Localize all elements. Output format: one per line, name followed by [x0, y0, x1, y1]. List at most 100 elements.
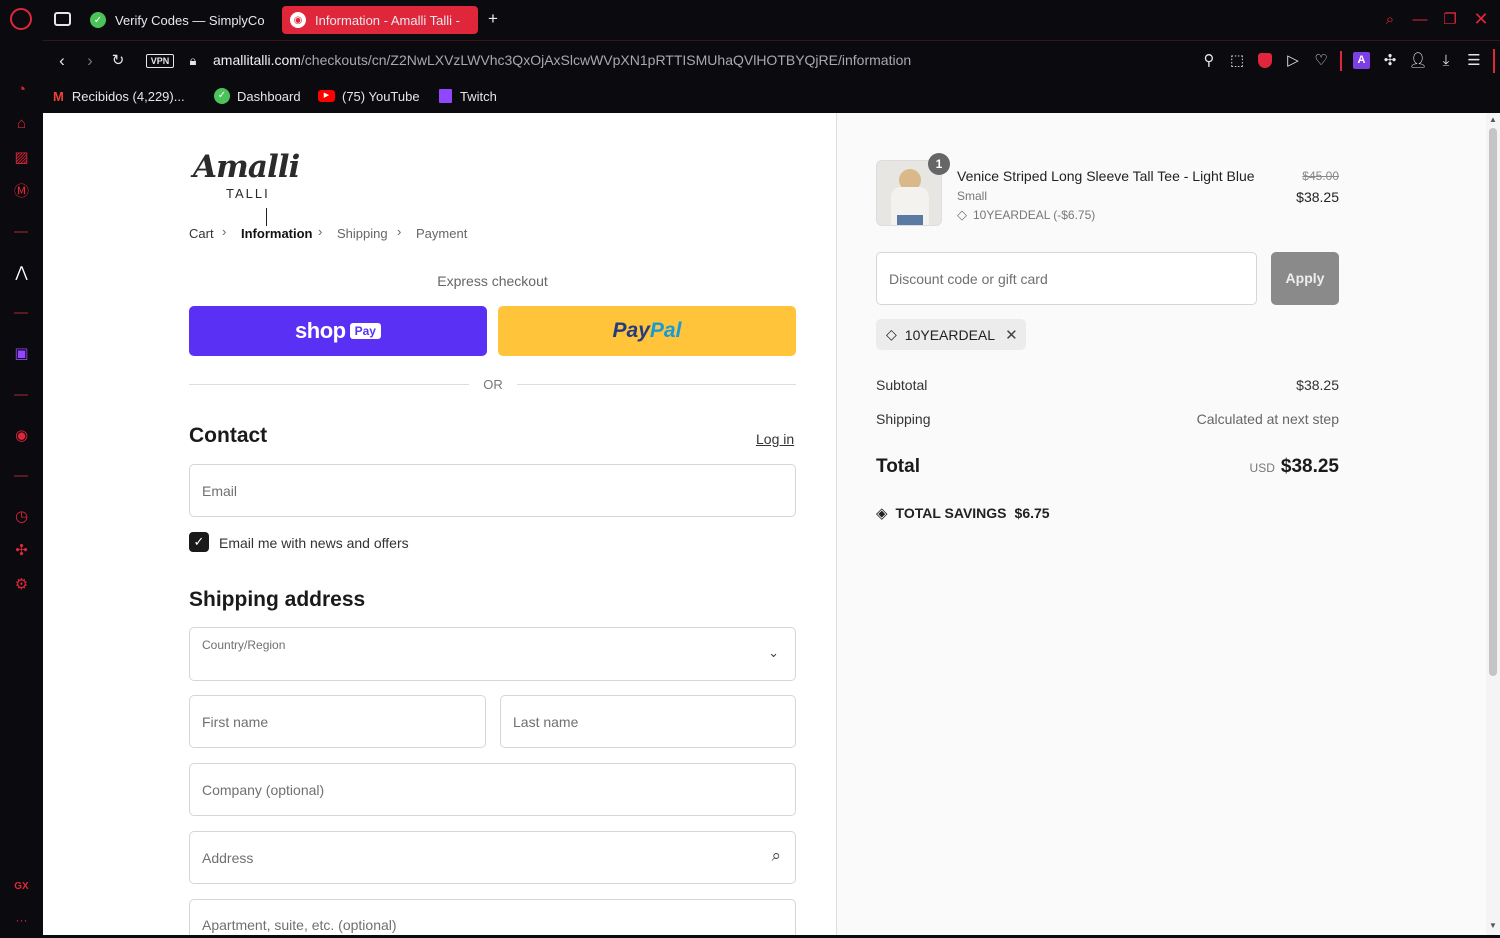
history-icon[interactable]: ◷	[11, 506, 32, 527]
tab-information-amalli[interactable]: ◉ Information - Amalli Talli -	[282, 6, 478, 34]
gx-label[interactable]: GX	[11, 876, 32, 897]
newsletter-label[interactable]: Email me with news and offers	[219, 535, 409, 551]
paypal-button[interactable]: Pay Pal	[498, 306, 796, 356]
company-field[interactable]: Company (optional)	[189, 763, 796, 816]
address-bar: ‹ › ↻ VPN 🔒︎ amallitalli.com/checkouts/c…	[43, 40, 1500, 80]
profile-icon[interactable]: 👤︎	[1408, 52, 1428, 70]
opera-logo-icon[interactable]	[10, 8, 32, 30]
logo-sub: TALLI	[226, 186, 270, 201]
shipping-value: Calculated at next step	[1196, 411, 1339, 427]
order-summary-column: 1 Venice Striped Long Sleeve Tall Tee - …	[836, 113, 1486, 935]
globe-favicon-icon: ◉	[290, 12, 306, 28]
apply-button[interactable]: Apply	[1271, 252, 1339, 305]
product-name: Venice Striped Long Sleeve Tall Tee - Li…	[957, 168, 1255, 184]
last-name-field[interactable]: Last name	[500, 695, 796, 748]
express-checkout-label: Express checkout	[437, 273, 548, 289]
divider	[14, 231, 28, 233]
divider	[14, 312, 28, 314]
browser-sidebar: ◔ ⌂ ▨ Ⓜ ⋀ ▣ ◉ ◷ ✣ ⚙ GX ···	[0, 40, 43, 938]
store-logo[interactable]: Amalli TALLI	[193, 149, 300, 205]
discount-code-placeholder: Discount code or gift card	[889, 270, 1048, 287]
tab-island-icon[interactable]	[54, 12, 71, 26]
new-tab-button[interactable]: +	[484, 9, 502, 29]
extensions-icon[interactable]: ✣	[11, 540, 32, 561]
shop-pay-button[interactable]: shop Pay	[189, 306, 487, 356]
bookmark-label: Recibidos (4,229)...	[71, 88, 185, 104]
first-name-field[interactable]: First name	[189, 695, 486, 748]
url-path: /checkouts/cn/Z2NwLXVzLWVhc3QxOjAxSlcwWV…	[300, 52, 912, 68]
bookmark-gmail[interactable]: M Recibidos (4,229)...	[53, 87, 185, 105]
breadcrumb-cart[interactable]: Cart	[189, 226, 214, 241]
adblock-shield-icon[interactable]	[1258, 53, 1272, 68]
remove-code-icon[interactable]: ✕	[1005, 326, 1018, 344]
search-tabs-icon[interactable]: ⌕	[1380, 11, 1400, 29]
snapshot-icon[interactable]: ⬚	[1227, 52, 1247, 70]
scroll-up-icon[interactable]: ▲	[1489, 115, 1497, 124]
url-field[interactable]: amallitalli.com/checkouts/cn/Z2NwLXVzLWV…	[213, 52, 1213, 70]
total-value: $38.25	[1280, 456, 1339, 477]
pin-icon[interactable]: ⚲	[1199, 52, 1219, 70]
send-icon[interactable]: ▷	[1283, 52, 1303, 70]
divider	[14, 394, 28, 396]
settings-gear-icon[interactable]: ⚙	[11, 574, 32, 595]
newsletter-checkbox[interactable]: ✓	[189, 532, 209, 552]
divider	[1493, 49, 1495, 73]
restore-icon[interactable]: ❐	[1440, 11, 1460, 29]
total-value-row: USD $38.25	[1139, 456, 1339, 478]
scrollbar-thumb[interactable]	[1489, 128, 1497, 676]
tab-verify-codes[interactable]: ✓ Verify Codes — SimplyCo	[82, 6, 272, 34]
country-select[interactable]: Country/Region ⌄	[189, 627, 796, 681]
minimize-icon[interactable]: —	[1410, 11, 1430, 29]
close-window-icon[interactable]: ✕	[1471, 10, 1491, 28]
gx-cleaner-icon[interactable]: ▨	[11, 147, 32, 168]
subtotal-label: Subtotal	[876, 377, 928, 393]
lock-icon[interactable]: 🔒︎	[183, 52, 203, 70]
address-field[interactable]: Address ⌕	[189, 831, 796, 884]
shop-pay-badge: Pay	[349, 323, 381, 339]
player-icon[interactable]: ◉	[11, 425, 32, 446]
checkout-page: Amalli TALLI Cart › Information › Shippi…	[43, 113, 1486, 935]
bookmark-youtube[interactable]: ▶ (75) YouTube	[318, 87, 420, 105]
extension-a-icon[interactable]: A	[1353, 52, 1370, 69]
browser-tab-bar: ✓ Verify Codes — SimplyCo ◉ Information …	[0, 0, 1500, 40]
discount-code-field[interactable]: Discount code or gift card	[876, 252, 1257, 305]
login-link[interactable]: Log in	[756, 431, 794, 447]
logo-script: Amalli	[193, 149, 300, 185]
apartment-field[interactable]: Apartment, suite, etc. (optional)	[189, 899, 796, 935]
vpn-badge[interactable]: VPN	[146, 54, 174, 68]
email-field[interactable]: Email	[189, 464, 796, 517]
country-label: Country/Region	[202, 638, 286, 652]
search-icon: ⌕	[771, 846, 781, 865]
scroll-down-icon[interactable]: ▼	[1489, 921, 1497, 930]
twitch-sidebar-icon[interactable]: ▣	[11, 343, 32, 364]
messenger-icon[interactable]: Ⓜ	[11, 181, 32, 202]
more-icon[interactable]: ···	[11, 910, 32, 931]
bookmarks-bar: M Recibidos (4,229)... ✓ Dashboard ▶ (75…	[43, 80, 1500, 113]
bookmark-dashboard[interactable]: ✓ Dashboard	[214, 87, 301, 105]
gx-control-icon[interactable]: ◔	[11, 79, 32, 100]
extensions-puzzle-icon[interactable]: ✣	[1380, 52, 1400, 70]
forward-icon[interactable]: ›	[80, 52, 100, 70]
reload-icon[interactable]: ↻	[108, 52, 128, 70]
heart-icon[interactable]: ♡	[1311, 52, 1331, 70]
last-name-placeholder: Last name	[513, 713, 579, 730]
divider	[1340, 51, 1342, 71]
breadcrumb-information: Information	[241, 226, 313, 241]
bookmark-label: Dashboard	[237, 88, 301, 104]
download-icon[interactable]: ⤓	[1436, 52, 1456, 70]
savings-label: TOTAL SAVINGS	[895, 505, 1007, 521]
back-icon[interactable]: ‹	[52, 52, 72, 70]
menu-icon[interactable]: ☰	[1464, 52, 1484, 70]
shipping-label: Shipping	[876, 411, 931, 427]
gx-corner-icon[interactable]: ⌂	[11, 113, 32, 134]
page-scrollbar[interactable]: ▲ ▼	[1486, 113, 1500, 935]
email-placeholder: Email	[202, 482, 238, 499]
bookmark-label: Twitch	[460, 88, 497, 104]
applied-code-chip[interactable]: ◇ 10YEARDEAL ✕	[876, 319, 1026, 350]
app-icon[interactable]: ⋀	[11, 262, 32, 283]
subtotal-value: $38.25	[1296, 377, 1339, 393]
url-domain: amallitalli.com	[213, 52, 301, 68]
shipping-address-heading: Shipping address	[189, 588, 366, 611]
bookmark-twitch[interactable]: Twitch	[439, 87, 497, 105]
chevron-right-icon: ›	[397, 224, 402, 239]
